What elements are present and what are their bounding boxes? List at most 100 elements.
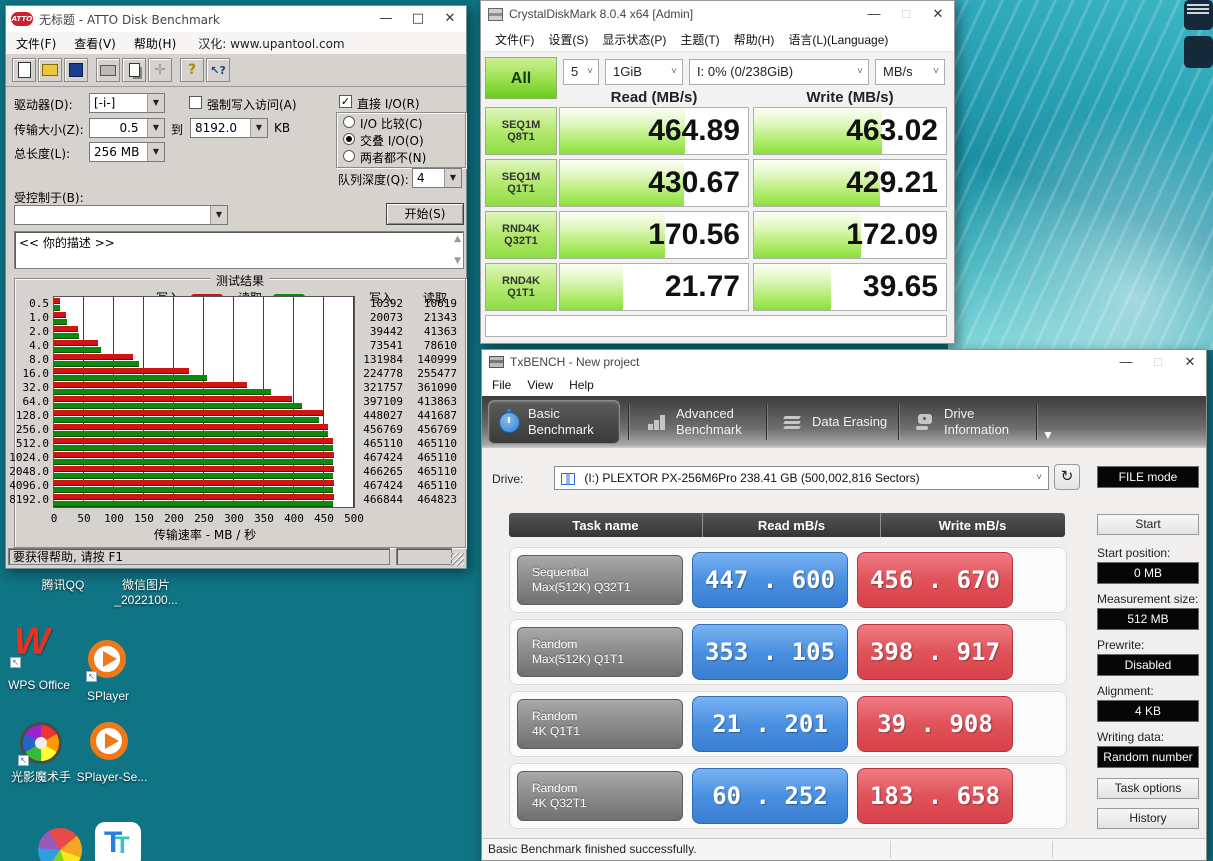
menu-help[interactable]: Help <box>569 378 594 392</box>
transfer-to-combo[interactable]: 8192.0▼ <box>190 118 268 138</box>
menu-file[interactable]: File <box>492 378 511 392</box>
desktop-icon-splayer2[interactable] <box>90 722 130 762</box>
history-button[interactable]: History <box>1097 808 1199 829</box>
force-write-checkbox[interactable] <box>189 96 202 109</box>
desktop-icon-splayer[interactable]: ↖ <box>88 640 128 680</box>
measurement-size-value[interactable]: 512 MB <box>1097 608 1199 630</box>
scroll-up-icon[interactable]: ▲ <box>454 234 461 244</box>
drive-combo[interactable]: (I:) PLEXTOR PX-256M6Pro 238.41 GB (500,… <box>554 466 1049 490</box>
minimize-button[interactable]: — <box>858 1 890 27</box>
open-file-button[interactable] <box>38 58 62 82</box>
close-button[interactable]: ✕ <box>1174 350 1206 374</box>
start-button[interactable]: Start <box>1097 514 1199 535</box>
drive-combo[interactable]: [-i-]▼ <box>89 93 165 113</box>
cdm-read-cell[interactable]: 170.56 <box>559 211 749 259</box>
corner-widget-top[interactable] <box>1184 0 1213 30</box>
maximize-button[interactable]: □ <box>890 1 922 27</box>
direct-io-checkbox[interactable]: ✓ <box>339 95 352 108</box>
test-size-combo[interactable]: 1GiB <box>605 59 683 85</box>
minimize-button[interactable]: — <box>370 6 402 32</box>
target-drive-combo[interactable]: I: 0% (0/238GiB) <box>689 59 869 85</box>
cdm-read-cell[interactable]: 464.89 <box>559 107 749 155</box>
menu-theme[interactable]: 主题(T) <box>680 31 719 48</box>
unit-combo[interactable]: MB/s <box>875 59 945 85</box>
io-compare-radio[interactable] <box>343 116 355 128</box>
print-preview-button[interactable] <box>122 58 146 82</box>
tab-data-erasing[interactable]: Data Erasing <box>774 400 892 444</box>
menu-file[interactable]: 文件(F) <box>16 35 56 52</box>
desktop-icon-qq-label[interactable]: 腾讯QQ <box>18 578 108 593</box>
start-button[interactable]: 开始(S) <box>386 203 464 225</box>
task-button[interactable]: Random4K Q32T1 <box>517 771 683 821</box>
chevron-down-icon[interactable]: ▼ <box>210 206 227 224</box>
queue-depth-combo[interactable]: 4▼ <box>412 168 462 188</box>
desktop-icon-nico[interactable]: ↖ <box>20 722 62 764</box>
chevron-down-icon[interactable]: ▼ <box>444 169 461 187</box>
refresh-drives-button[interactable]: ↻ <box>1054 464 1080 490</box>
transfer-from-combo[interactable]: 0.5▼ <box>89 118 165 138</box>
atto-titlebar[interactable]: ATTO 无标题 - ATTO Disk Benchmark — □ ✕ <box>6 6 466 32</box>
menu-help[interactable]: 帮助(H) <box>734 31 775 48</box>
desktop-icon-partial-tapp[interactable]: T T <box>95 822 141 861</box>
desktop-icon-wps-label[interactable]: WPS Office <box>0 678 78 693</box>
txbench-titlebar[interactable]: TxBENCH - New project — □ ✕ <box>482 350 1206 374</box>
cdm-write-cell[interactable]: 429.21 <box>753 159 947 207</box>
new-file-button[interactable] <box>12 58 36 82</box>
cdm-row-label[interactable]: SEQ1MQ1T1 <box>485 159 557 207</box>
total-length-combo[interactable]: 256 MB▼ <box>89 142 165 162</box>
tab-basic-benchmark[interactable]: BasicBenchmark <box>488 400 620 444</box>
file-mode-button[interactable]: FILE mode <box>1097 466 1199 488</box>
close-button[interactable]: ✕ <box>922 1 954 27</box>
close-button[interactable]: ✕ <box>434 6 466 32</box>
task-button[interactable]: RandomMax(512K) Q1T1 <box>517 627 683 677</box>
alignment-value[interactable]: 4 KB <box>1097 700 1199 722</box>
desktop-icon-splayer-label[interactable]: SPlayer <box>69 689 147 704</box>
controlled-by-combo[interactable]: ▼ <box>14 205 228 225</box>
desktop-icon-wechat-image-label[interactable]: 微信图片 _2022100... <box>100 578 192 608</box>
prewrite-value[interactable]: Disabled <box>1097 654 1199 676</box>
tab-advanced-benchmark[interactable]: AdvancedBenchmark <box>638 400 762 444</box>
menu-view[interactable]: View <box>527 378 553 392</box>
menu-settings[interactable]: 设置(S) <box>548 31 588 48</box>
menu-help[interactable]: 帮助(H) <box>134 35 176 52</box>
chevron-down-icon[interactable]: ▼ <box>147 119 164 137</box>
context-help-button[interactable]: ↖? <box>206 58 230 82</box>
chevron-down-icon[interactable]: ˅ <box>1036 467 1042 489</box>
cdm-titlebar[interactable]: CrystalDiskMark 8.0.4 x64 [Admin] — □ ✕ <box>481 1 954 27</box>
maximize-button[interactable]: □ <box>402 6 434 32</box>
tab-drive-information[interactable]: DriveInformation <box>906 400 1034 444</box>
overlapped-io-radio[interactable] <box>343 133 355 145</box>
task-button[interactable]: Random4K Q1T1 <box>517 699 683 749</box>
chevron-down-icon[interactable]: ▼ <box>147 94 164 112</box>
menu-display[interactable]: 显示状态(P) <box>602 31 666 48</box>
chevron-down-icon[interactable]: ▼ <box>250 119 267 137</box>
cdm-write-cell[interactable]: 463.02 <box>753 107 947 155</box>
tab-overflow-caret[interactable]: ▼ <box>1042 428 1054 442</box>
desktop-icon-partial-flower[interactable] <box>38 828 82 861</box>
start-position-value[interactable]: 0 MB <box>1097 562 1199 584</box>
task-button[interactable]: SequentialMax(512K) Q32T1 <box>517 555 683 605</box>
cdm-row-label[interactable]: RND4KQ32T1 <box>485 211 557 259</box>
cdm-row-label[interactable]: SEQ1MQ8T1 <box>485 107 557 155</box>
corner-widget-bottom[interactable] <box>1184 36 1213 68</box>
print-button[interactable] <box>96 58 120 82</box>
desktop-icon-splayer2-label[interactable]: SPlayer-Se... <box>72 770 152 785</box>
chevron-down-icon[interactable]: ▼ <box>147 143 164 161</box>
desktop-icon-nico-label[interactable]: 光影魔术手 <box>0 770 82 785</box>
description-box[interactable]: << 你的描述 >> ▲ ▼ <box>14 231 464 269</box>
test-count-combo[interactable]: 5 <box>563 59 599 85</box>
move-button[interactable]: ✛ <box>148 58 172 82</box>
save-button[interactable] <box>64 58 88 82</box>
menu-file[interactable]: 文件(F) <box>495 31 534 48</box>
desktop-icon-wps[interactable]: W ↖ <box>12 622 60 666</box>
menu-language[interactable]: 语言(L)(Language) <box>788 31 888 48</box>
menu-view[interactable]: 查看(V) <box>74 35 116 52</box>
help-button[interactable]: ? <box>180 58 204 82</box>
cdm-write-cell[interactable]: 172.09 <box>753 211 947 259</box>
cdm-read-cell[interactable]: 21.77 <box>559 263 749 311</box>
cdm-read-cell[interactable]: 430.67 <box>559 159 749 207</box>
cdm-row-label[interactable]: RND4KQ1T1 <box>485 263 557 311</box>
writing-data-value[interactable]: Random number <box>1097 746 1199 768</box>
minimize-button[interactable]: — <box>1110 350 1142 374</box>
resize-grip[interactable] <box>451 553 464 566</box>
